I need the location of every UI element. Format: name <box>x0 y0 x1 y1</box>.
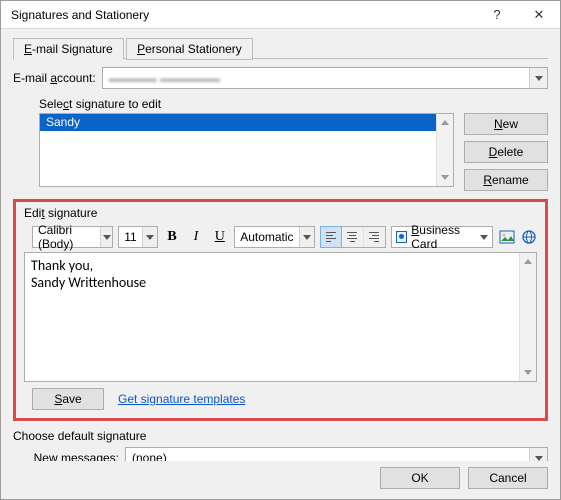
font-color-value: Automatic <box>235 230 298 244</box>
signature-listbox[interactable]: Sandy <box>39 113 454 187</box>
save-button[interactable]: Save <box>32 388 104 410</box>
defaults-heading: Choose default signature <box>13 429 548 443</box>
email-account-combo[interactable]: ▬▬▬▬ ▬▬▬▬▬ <box>102 67 548 89</box>
new-messages-label: New messages: <box>13 451 119 461</box>
delete-button[interactable]: Delete <box>464 141 548 163</box>
tab-email-signature[interactable]: E-mail Signature <box>13 38 124 60</box>
chevron-up-icon[interactable] <box>520 253 536 270</box>
new-button[interactable]: New <box>464 113 548 135</box>
chevron-down-icon[interactable] <box>529 68 547 88</box>
font-family-value: Calibri (Body) <box>33 223 100 251</box>
chevron-down-icon[interactable] <box>100 227 112 247</box>
font-color-combo[interactable]: Automatic <box>234 226 314 248</box>
bold-button[interactable]: B <box>163 226 182 248</box>
email-account-value: ▬▬▬▬ ▬▬▬▬▬ <box>103 71 529 85</box>
titlebar: Signatures and Stationery ? ✕ <box>1 1 560 29</box>
get-templates-link[interactable]: Get signature templates <box>118 392 245 406</box>
format-toolbar: Calibri (Body) 11 B I U Automatic <box>24 224 537 252</box>
chevron-down-icon[interactable] <box>437 169 453 186</box>
insert-hyperlink-button[interactable] <box>520 227 537 247</box>
font-size-value: 11 <box>119 230 141 244</box>
window-title: Signatures and Stationery <box>11 8 476 22</box>
tab-personal-stationery[interactable]: Personal Stationery <box>126 38 253 60</box>
new-messages-combo[interactable]: (none) <box>125 447 548 461</box>
ok-button[interactable]: OK <box>380 467 460 489</box>
chevron-down-icon[interactable] <box>142 227 157 247</box>
chevron-up-icon[interactable] <box>437 114 453 131</box>
font-family-combo[interactable]: Calibri (Body) <box>32 226 113 248</box>
help-button[interactable]: ? <box>476 1 518 28</box>
business-card-label: Business Card <box>411 223 474 251</box>
dialog-window: Signatures and Stationery ? ✕ E-mail Sig… <box>0 0 561 500</box>
email-account-row: E-mail account: ▬▬▬▬ ▬▬▬▬▬ <box>13 67 548 89</box>
chevron-down-icon[interactable] <box>299 227 314 247</box>
edit-signature-label: Edit signature <box>24 206 537 220</box>
close-button[interactable]: ✕ <box>518 1 560 28</box>
rename-button[interactable]: Rename <box>464 169 548 191</box>
signature-item-selected[interactable]: Sandy <box>40 114 453 131</box>
footer: OK Cancel <box>1 461 560 499</box>
select-signature-label: Select signature to edit <box>39 97 548 111</box>
listbox-scrollbar[interactable] <box>436 114 453 186</box>
italic-button[interactable]: I <box>187 226 206 248</box>
font-size-combo[interactable]: 11 <box>118 226 157 248</box>
tab-strip: E-mail Signature Personal Stationery <box>13 37 548 59</box>
email-account-label: E-mail account: <box>13 71 96 85</box>
new-messages-value: (none) <box>126 451 529 461</box>
align-right-button[interactable] <box>363 227 385 247</box>
signature-text[interactable]: Thank you, Sandy Writtenhouse <box>25 253 519 381</box>
chevron-down-icon[interactable] <box>520 364 536 381</box>
insert-picture-button[interactable] <box>498 227 515 247</box>
business-card-button[interactable]: Business Card <box>391 226 494 248</box>
chevron-down-icon[interactable] <box>529 448 547 461</box>
edit-signature-section: Edit signature Calibri (Body) 11 B I U A… <box>13 199 548 421</box>
underline-button[interactable]: U <box>210 226 229 248</box>
signature-editor[interactable]: Thank you, Sandy Writtenhouse <box>24 252 537 382</box>
chevron-down-icon[interactable] <box>480 235 488 240</box>
alignment-group <box>320 226 386 248</box>
align-center-button[interactable] <box>341 227 363 247</box>
business-card-icon <box>396 231 408 243</box>
editor-scrollbar[interactable] <box>519 253 536 381</box>
align-left-button[interactable] <box>320 226 342 248</box>
cancel-button[interactable]: Cancel <box>468 467 548 489</box>
